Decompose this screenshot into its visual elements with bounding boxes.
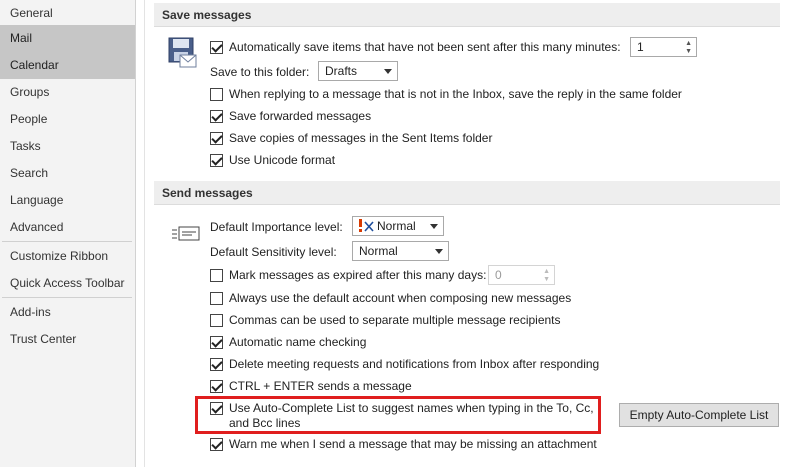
importance-icon xyxy=(357,219,377,233)
section-header-save-messages: Save messages xyxy=(154,3,780,27)
save-copies-sent-option[interactable]: Save copies of messages in the Sent Item… xyxy=(210,129,492,147)
section-header-send-messages: Send messages xyxy=(154,181,780,205)
sensitivity-value: Normal xyxy=(359,244,398,258)
sidebar-item-advanced[interactable]: Advanced xyxy=(0,214,135,241)
sidebar-item-add-ins[interactable]: Add-ins xyxy=(0,299,135,326)
save-folder-label: Save to this folder: xyxy=(210,65,310,79)
importance-value: Normal xyxy=(377,219,416,233)
autosave-checkbox[interactable] xyxy=(210,40,223,54)
sensitivity-label: Default Sensitivity level: xyxy=(210,245,337,259)
chevron-down-icon xyxy=(435,249,443,254)
save-folder-dropdown[interactable]: Drafts xyxy=(318,61,398,81)
sidebar-item-groups[interactable]: Groups xyxy=(0,79,135,106)
commas-separate-checkbox[interactable] xyxy=(210,313,223,327)
mark-expired-option[interactable]: Mark messages as expired after this many… xyxy=(210,266,486,284)
sidebar-item-calendar[interactable]: Calendar xyxy=(0,52,135,79)
auto-name-check-checkbox[interactable] xyxy=(210,335,223,349)
options-sidebar: General Mail Calendar Groups People Task… xyxy=(0,0,136,467)
save-forwarded-label: Save forwarded messages xyxy=(229,109,372,123)
spinner-arrows-icon[interactable]: ▲ ▼ xyxy=(543,268,550,284)
floppy-disk-icon xyxy=(168,37,200,72)
warn-missing-attachment-option[interactable]: Warn me when I send a message that may b… xyxy=(210,435,597,453)
autosave-minutes-spinner[interactable]: 1 ▲ ▼ xyxy=(630,37,697,57)
use-unicode-label: Use Unicode format xyxy=(229,153,336,167)
empty-autocomplete-button[interactable]: Empty Auto-Complete List xyxy=(619,403,779,427)
save-folder-value: Drafts xyxy=(325,64,358,78)
save-copies-sent-label: Save copies of messages in the Sent Item… xyxy=(229,131,493,145)
sidebar-item-tasks[interactable]: Tasks xyxy=(0,133,135,160)
chevron-down-icon xyxy=(430,224,438,229)
always-default-account-label: Always use the default account when comp… xyxy=(229,291,572,305)
delete-meeting-requests-label: Delete meeting requests and notification… xyxy=(229,357,600,371)
expired-days-spinner[interactable]: 0 ▲ ▼ xyxy=(488,265,555,285)
reply-same-folder-checkbox[interactable] xyxy=(210,87,223,101)
sidebar-divider xyxy=(2,297,132,298)
send-envelope-icon xyxy=(172,225,202,246)
sidebar-item-quick-access-toolbar[interactable]: Quick Access Toolbar xyxy=(0,270,135,297)
save-forwarded-checkbox[interactable] xyxy=(210,109,223,123)
commas-separate-label: Commas can be used to separate multiple … xyxy=(229,313,561,327)
sidebar-item-trust-center[interactable]: Trust Center xyxy=(0,326,135,353)
delete-meeting-requests-option[interactable]: Delete meeting requests and notification… xyxy=(210,355,599,373)
warn-missing-attachment-checkbox[interactable] xyxy=(210,437,223,451)
ctrl-enter-option[interactable]: CTRL + ENTER sends a message xyxy=(210,377,412,395)
importance-dropdown[interactable]: Normal xyxy=(352,216,444,236)
save-forwarded-option[interactable]: Save forwarded messages xyxy=(210,107,371,125)
expired-days-value: 0 xyxy=(495,268,502,282)
spinner-arrows-icon[interactable]: ▲ ▼ xyxy=(685,40,692,56)
warn-missing-attachment-label: Warn me when I send a message that may b… xyxy=(229,437,597,451)
reply-same-folder-label: When replying to a message that is not i… xyxy=(229,87,682,101)
mark-expired-label: Mark messages as expired after this many… xyxy=(229,268,487,282)
sensitivity-dropdown[interactable]: Normal xyxy=(352,241,449,261)
mark-expired-checkbox[interactable] xyxy=(210,268,223,282)
auto-name-check-option[interactable]: Automatic name checking xyxy=(210,333,366,351)
always-default-account-option[interactable]: Always use the default account when comp… xyxy=(210,289,571,307)
highlight-annotation-box xyxy=(195,396,601,434)
ctrl-enter-checkbox[interactable] xyxy=(210,379,223,393)
autosave-option[interactable]: Automatically save items that have not b… xyxy=(210,38,621,56)
importance-label: Default Importance level: xyxy=(210,220,343,234)
sidebar-item-people[interactable]: People xyxy=(0,106,135,133)
sidebar-item-mail[interactable]: Mail xyxy=(0,25,135,52)
use-unicode-checkbox[interactable] xyxy=(210,153,223,167)
commas-separate-option[interactable]: Commas can be used to separate multiple … xyxy=(210,311,561,329)
auto-name-check-label: Automatic name checking xyxy=(229,335,367,349)
autosave-minutes-value: 1 xyxy=(637,40,644,54)
chevron-down-icon xyxy=(384,69,392,74)
sidebar-item-customize-ribbon[interactable]: Customize Ribbon xyxy=(0,243,135,270)
sidebar-item-search[interactable]: Search xyxy=(0,160,135,187)
delete-meeting-requests-checkbox[interactable] xyxy=(210,357,223,371)
sidebar-item-general[interactable]: General xyxy=(0,0,135,27)
autosave-label: Automatically save items that have not b… xyxy=(229,40,621,54)
ctrl-enter-label: CTRL + ENTER sends a message xyxy=(229,379,412,393)
always-default-account-checkbox[interactable] xyxy=(210,291,223,305)
sidebar-divider xyxy=(2,241,132,242)
use-unicode-option[interactable]: Use Unicode format xyxy=(210,151,335,169)
reply-same-folder-option[interactable]: When replying to a message that is not i… xyxy=(210,85,682,103)
sidebar-item-language[interactable]: Language xyxy=(0,187,135,214)
save-copies-sent-checkbox[interactable] xyxy=(210,131,223,145)
